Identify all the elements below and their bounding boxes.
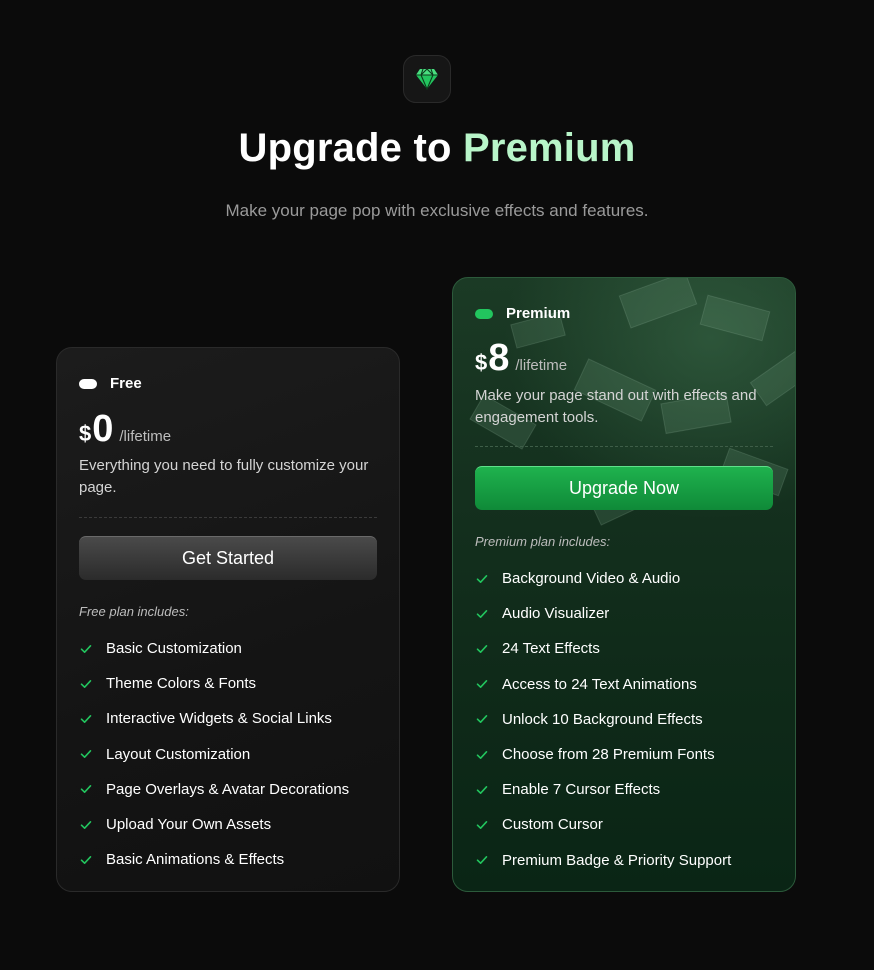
check-icon [475,783,489,797]
premium-includes-label: Premium plan includes: [475,534,611,549]
pricing-page: Upgrade to Premium Make your page pop wi… [0,0,874,970]
feature-label: Theme Colors & Fonts [106,675,257,693]
check-icon [79,677,93,691]
feature-label: Access to 24 Text Animations [502,675,697,693]
check-icon [79,782,93,796]
feature-label: Basic Animations & Effects [106,851,285,869]
feature-item: Access to 24 Text Animations [475,667,731,702]
price-period: /lifetime [515,357,568,374]
feature-label: 24 Text Effects [502,640,600,658]
check-icon [79,712,93,726]
check-icon [79,747,93,761]
feature-item: Interactive Widgets & Social Links [79,701,349,736]
feature-item: Custom Cursor [475,807,731,842]
check-icon [79,853,93,867]
check-icon [475,818,489,832]
free-plan-card: Free $ 0 /lifetime Everything you need t… [56,347,400,892]
price-currency: $ [79,421,92,446]
free-feature-list: Basic Customization Theme Colors & Fonts I… [79,631,349,877]
feature-label: Choose from 28 Premium Fonts [502,746,715,764]
price-amount: 0 [92,408,114,450]
feature-label: Background Video & Audio [502,570,681,588]
page-title: Upgrade to Premium [0,126,874,171]
price-period: /lifetime [119,428,172,445]
price-amount: 8 [488,337,510,379]
feature-item: Theme Colors & Fonts [79,666,349,701]
free-plan-header: Free [79,375,142,392]
check-icon [475,712,489,726]
feature-item: Upload Your Own Assets [79,807,349,842]
feature-label: Upload Your Own Assets [106,816,272,834]
feature-label: Basic Customization [106,640,242,658]
premium-plan-header: Premium [475,305,570,322]
check-icon [475,677,489,691]
check-icon [475,853,489,867]
title-main: Upgrade to [238,126,452,170]
title-accent: Premium [462,126,636,170]
premium-plan-description: Make your page stand out with effects an… [475,387,757,426]
feature-item: Audio Visualizer [475,596,731,631]
premium-feature-list: Background Video & Audio Audio Visualizer… [475,561,731,878]
free-plan-description: Everything you need to fully customize y… [79,457,369,496]
feature-item: Choose from 28 Premium Fonts [475,737,731,772]
feature-item: Background Video & Audio [475,561,731,596]
free-plan-name: Free [110,375,142,392]
logo-badge [403,55,451,103]
price-currency: $ [475,350,488,375]
check-icon [475,642,489,656]
feature-item: Unlock 10 Background Effects [475,702,731,737]
feature-label: Layout Customization [106,745,251,763]
feature-item: Enable 7 Cursor Effects [475,772,731,807]
page-subtitle: Make your page pop with exclusive effect… [225,201,649,220]
check-icon [475,572,489,586]
premium-plan-price: $ 8 /lifetime [475,339,567,377]
free-plan-price: $ 0 /lifetime [79,410,171,448]
feature-label: Page Overlays & Avatar Decorations [106,780,350,798]
feature-item: Layout Customization [79,737,349,772]
diamond-icon [415,68,439,90]
premium-plan-card: Premium $ 8 /lifetime Make your page sta… [452,277,796,892]
feature-label: Unlock 10 Background Effects [502,710,703,728]
check-icon [79,642,93,656]
feature-label: Custom Cursor [502,816,603,834]
feature-item: Premium Badge & Priority Support [475,843,731,878]
feature-item: Basic Customization [79,631,349,666]
feature-label: Interactive Widgets & Social Links [106,710,332,728]
check-icon [475,748,489,762]
check-icon [79,818,93,832]
feature-label: Audio Visualizer [502,605,610,623]
feature-label: Premium Badge & Priority Support [502,851,732,869]
upgrade-now-button[interactable]: Upgrade Now [475,466,773,510]
premium-plan-name: Premium [506,305,571,322]
feature-label: Enable 7 Cursor Effects [502,781,661,799]
divider [475,446,773,447]
plan-toggle-indicator [79,378,97,389]
free-includes-label: Free plan includes: [79,604,189,619]
check-icon [475,607,489,621]
plan-toggle-indicator [475,308,493,319]
get-started-button[interactable]: Get Started [79,536,377,580]
feature-item: Basic Animations & Effects [79,842,349,877]
divider [79,517,377,518]
feature-item: Page Overlays & Avatar Decorations [79,772,349,807]
feature-item: 24 Text Effects [475,631,731,666]
